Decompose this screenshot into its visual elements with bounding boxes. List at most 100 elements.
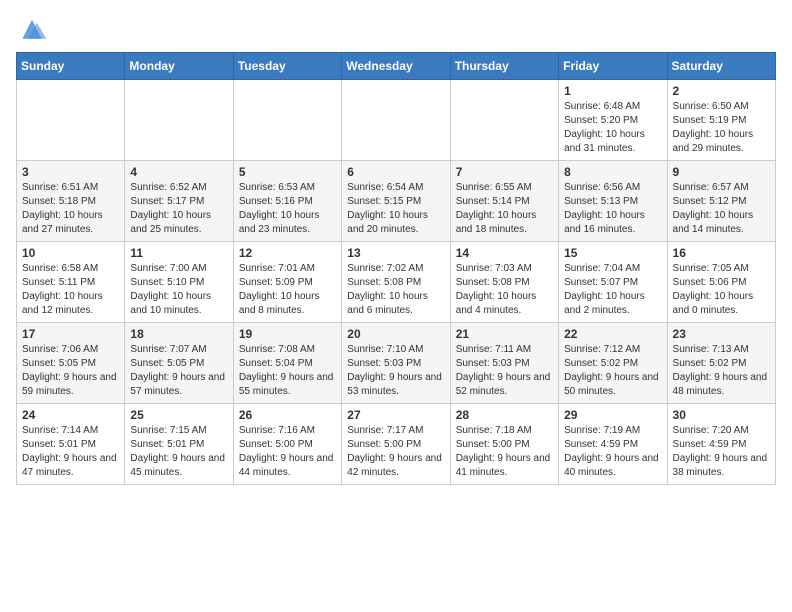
weekday-header-tuesday: Tuesday [233, 53, 341, 80]
day-cell: 27 Sunrise: 7:17 AM Sunset: 5:00 PM Dayli… [342, 404, 450, 485]
day-number: 1 [564, 84, 661, 98]
day-info: Sunrise: 6:51 AM Sunset: 5:18 PM Dayligh… [22, 181, 119, 237]
day-cell [125, 80, 233, 161]
day-cell [450, 80, 558, 161]
weekday-header-saturday: Saturday [667, 53, 775, 80]
calendar-table: SundayMondayTuesdayWednesdayThursdayFrid… [16, 52, 776, 485]
weekday-header-monday: Monday [125, 53, 233, 80]
day-cell: 15Sunrise: 7:04 AM Sunset: 5:07 PM Dayli… [559, 242, 667, 323]
week-row-2: 3 Sunrise: 6:51 AM Sunset: 5:18 PM Daylig… [17, 161, 776, 242]
weekday-header-thursday: Thursday [450, 53, 558, 80]
logo-icon [16, 16, 48, 44]
week-row-3: 10Sunrise: 6:58 AM Sunset: 5:11 PM Dayli… [17, 242, 776, 323]
day-cell: 29 Sunrise: 7:19 AM Sunset: 4:59 PM Dayli… [559, 404, 667, 485]
day-number: 4 [130, 165, 227, 179]
week-row-4: 17 Sunrise: 7:06 AM Sunset: 5:05 PM Dayli… [17, 323, 776, 404]
day-number: 13 [347, 246, 444, 260]
day-number: 9 [673, 165, 770, 179]
day-info: Sunrise: 7:19 AM Sunset: 4:59 PM Dayligh… [564, 424, 661, 480]
day-cell: 16 Sunrise: 7:05 AM Sunset: 5:06 PM Dayli… [667, 242, 775, 323]
day-number: 2 [673, 84, 770, 98]
day-number: 27 [347, 408, 444, 422]
day-info: Sunrise: 6:54 AM Sunset: 5:15 PM Dayligh… [347, 181, 444, 237]
day-number: 5 [239, 165, 336, 179]
day-number: 16 [673, 246, 770, 260]
day-cell [342, 80, 450, 161]
day-cell: 1 Sunrise: 6:48 AM Sunset: 5:20 PM Daylig… [559, 80, 667, 161]
day-cell: 24 Sunrise: 7:14 AM Sunset: 5:01 PM Dayli… [17, 404, 125, 485]
day-cell: 2 Sunrise: 6:50 AM Sunset: 5:19 PM Daylig… [667, 80, 775, 161]
day-cell: 5 Sunrise: 6:53 AM Sunset: 5:16 PM Daylig… [233, 161, 341, 242]
day-cell: 10Sunrise: 6:58 AM Sunset: 5:11 PM Dayli… [17, 242, 125, 323]
day-number: 11 [130, 246, 227, 260]
day-number: 17 [22, 327, 119, 341]
day-cell: 26 Sunrise: 7:16 AM Sunset: 5:00 PM Dayli… [233, 404, 341, 485]
day-cell: 13 Sunrise: 7:02 AM Sunset: 5:08 PM Dayli… [342, 242, 450, 323]
week-row-5: 24 Sunrise: 7:14 AM Sunset: 5:01 PM Dayli… [17, 404, 776, 485]
day-number: 14 [456, 246, 553, 260]
day-info: Sunrise: 7:13 AM Sunset: 5:02 PM Dayligh… [673, 343, 770, 399]
day-number: 29 [564, 408, 661, 422]
day-info: Sunrise: 7:06 AM Sunset: 5:05 PM Dayligh… [22, 343, 119, 399]
day-cell: 4 Sunrise: 6:52 AM Sunset: 5:17 PM Daylig… [125, 161, 233, 242]
day-cell: 11 Sunrise: 7:00 AM Sunset: 5:10 PM Dayli… [125, 242, 233, 323]
day-info: Sunrise: 7:18 AM Sunset: 5:00 PM Dayligh… [456, 424, 553, 480]
day-cell: 18 Sunrise: 7:07 AM Sunset: 5:05 PM Dayli… [125, 323, 233, 404]
day-cell: 21Sunrise: 7:11 AM Sunset: 5:03 PM Dayli… [450, 323, 558, 404]
day-cell: 28 Sunrise: 7:18 AM Sunset: 5:00 PM Dayli… [450, 404, 558, 485]
day-cell: 22Sunrise: 7:12 AM Sunset: 5:02 PM Dayli… [559, 323, 667, 404]
day-cell: 25Sunrise: 7:15 AM Sunset: 5:01 PM Dayli… [125, 404, 233, 485]
day-info: Sunrise: 6:57 AM Sunset: 5:12 PM Dayligh… [673, 181, 770, 237]
day-cell: 19 Sunrise: 7:08 AM Sunset: 5:04 PM Dayli… [233, 323, 341, 404]
day-info: Sunrise: 7:04 AM Sunset: 5:07 PM Dayligh… [564, 262, 661, 318]
day-number: 18 [130, 327, 227, 341]
day-number: 25 [130, 408, 227, 422]
day-number: 10 [22, 246, 119, 260]
day-info: Sunrise: 7:16 AM Sunset: 5:00 PM Dayligh… [239, 424, 336, 480]
day-info: Sunrise: 7:03 AM Sunset: 5:08 PM Dayligh… [456, 262, 553, 318]
day-info: Sunrise: 7:14 AM Sunset: 5:01 PM Dayligh… [22, 424, 119, 480]
day-info: Sunrise: 7:01 AM Sunset: 5:09 PM Dayligh… [239, 262, 336, 318]
day-cell: 17 Sunrise: 7:06 AM Sunset: 5:05 PM Dayli… [17, 323, 125, 404]
day-cell: 12 Sunrise: 7:01 AM Sunset: 5:09 PM Dayli… [233, 242, 341, 323]
day-number: 8 [564, 165, 661, 179]
day-cell: 7 Sunrise: 6:55 AM Sunset: 5:14 PM Daylig… [450, 161, 558, 242]
page-header [16, 16, 776, 44]
day-cell: 20Sunrise: 7:10 AM Sunset: 5:03 PM Dayli… [342, 323, 450, 404]
day-info: Sunrise: 7:07 AM Sunset: 5:05 PM Dayligh… [130, 343, 227, 399]
day-cell: 3 Sunrise: 6:51 AM Sunset: 5:18 PM Daylig… [17, 161, 125, 242]
day-info: Sunrise: 7:08 AM Sunset: 5:04 PM Dayligh… [239, 343, 336, 399]
day-info: Sunrise: 7:17 AM Sunset: 5:00 PM Dayligh… [347, 424, 444, 480]
weekday-header-sunday: Sunday [17, 53, 125, 80]
week-row-1: 1 Sunrise: 6:48 AM Sunset: 5:20 PM Daylig… [17, 80, 776, 161]
day-info: Sunrise: 6:55 AM Sunset: 5:14 PM Dayligh… [456, 181, 553, 237]
day-info: Sunrise: 7:11 AM Sunset: 5:03 PM Dayligh… [456, 343, 553, 399]
day-cell: 9 Sunrise: 6:57 AM Sunset: 5:12 PM Daylig… [667, 161, 775, 242]
day-number: 19 [239, 327, 336, 341]
day-number: 6 [347, 165, 444, 179]
day-number: 12 [239, 246, 336, 260]
day-cell [233, 80, 341, 161]
weekday-header-friday: Friday [559, 53, 667, 80]
logo [16, 16, 52, 44]
day-info: Sunrise: 6:48 AM Sunset: 5:20 PM Dayligh… [564, 100, 661, 156]
day-cell [17, 80, 125, 161]
day-number: 28 [456, 408, 553, 422]
weekday-header-row: SundayMondayTuesdayWednesdayThursdayFrid… [17, 53, 776, 80]
day-number: 20 [347, 327, 444, 341]
day-number: 7 [456, 165, 553, 179]
day-cell: 14 Sunrise: 7:03 AM Sunset: 5:08 PM Dayli… [450, 242, 558, 323]
day-info: Sunrise: 7:05 AM Sunset: 5:06 PM Dayligh… [673, 262, 770, 318]
day-number: 22 [564, 327, 661, 341]
day-info: Sunrise: 6:52 AM Sunset: 5:17 PM Dayligh… [130, 181, 227, 237]
day-number: 26 [239, 408, 336, 422]
day-info: Sunrise: 7:02 AM Sunset: 5:08 PM Dayligh… [347, 262, 444, 318]
day-cell: 6 Sunrise: 6:54 AM Sunset: 5:15 PM Daylig… [342, 161, 450, 242]
day-cell: 30Sunrise: 7:20 AM Sunset: 4:59 PM Dayli… [667, 404, 775, 485]
day-number: 24 [22, 408, 119, 422]
day-cell: 23Sunrise: 7:13 AM Sunset: 5:02 PM Dayli… [667, 323, 775, 404]
day-info: Sunrise: 7:00 AM Sunset: 5:10 PM Dayligh… [130, 262, 227, 318]
day-number: 3 [22, 165, 119, 179]
day-info: Sunrise: 6:50 AM Sunset: 5:19 PM Dayligh… [673, 100, 770, 156]
day-info: Sunrise: 6:53 AM Sunset: 5:16 PM Dayligh… [239, 181, 336, 237]
